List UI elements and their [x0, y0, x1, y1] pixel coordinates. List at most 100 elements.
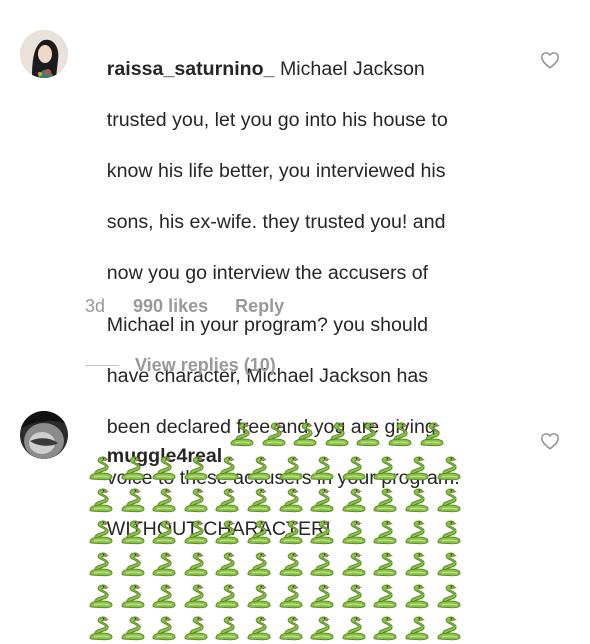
snake-emoji: [180, 452, 212, 484]
snake-emoji: [85, 452, 117, 484]
snake-emoji: [117, 484, 149, 516]
snake-emoji: [85, 484, 117, 516]
heart-outline-icon[interactable]: [540, 51, 560, 69]
snake-emoji: [416, 418, 448, 450]
snake-emoji: [306, 612, 338, 644]
snake-emoji: [433, 580, 465, 612]
snake-emoji: [85, 548, 117, 580]
snake-emoji: [338, 548, 370, 580]
snake-emoji: [148, 452, 180, 484]
snake-emoji: [338, 452, 370, 484]
snake-emoji: [243, 548, 275, 580]
snake-emoji: [338, 516, 370, 548]
snake-emoji: [401, 612, 433, 644]
snake-emoji: [401, 484, 433, 516]
snake-emoji: [433, 548, 465, 580]
snake-emoji: [369, 484, 401, 516]
snake-emoji-block: [85, 452, 464, 644]
snake-emoji: [306, 452, 338, 484]
snake-emoji: [226, 418, 258, 450]
snake-emoji: [338, 580, 370, 612]
snake-emoji: [148, 612, 180, 644]
snake-emoji: [243, 612, 275, 644]
snake-emoji: [211, 484, 243, 516]
snake-emoji: [433, 516, 465, 548]
snake-emoji: [148, 516, 180, 548]
snake-emoji: [289, 418, 321, 450]
snake-emoji: [211, 548, 243, 580]
snake-emoji: [306, 548, 338, 580]
snake-emoji: [401, 516, 433, 548]
snake-emoji: [275, 452, 307, 484]
comment-timestamp[interactable]: 3d: [85, 296, 105, 317]
snake-emoji: [338, 484, 370, 516]
snake-emoji: [148, 580, 180, 612]
snake-emoji: [211, 580, 243, 612]
snake-emoji-line: [85, 452, 464, 484]
snake-emoji: [211, 452, 243, 484]
snake-emoji: [384, 418, 416, 450]
snake-emoji: [180, 612, 212, 644]
snake-emoji: [433, 612, 465, 644]
comment-line: Michael Jackson: [274, 57, 425, 80]
snake-emoji-line: [85, 484, 464, 516]
comment-likes[interactable]: 990 likes: [133, 296, 208, 317]
snake-emoji: [433, 452, 465, 484]
comment-line: now you go interview the accusers of: [106, 262, 429, 285]
comment-meta: 3d 990 likes Reply: [85, 296, 284, 317]
snake-emoji: [117, 612, 149, 644]
snake-emoji: [401, 548, 433, 580]
snake-emoji: [275, 612, 307, 644]
snake-emoji: [243, 580, 275, 612]
snake-emoji: [85, 580, 117, 612]
snake-emoji: [211, 516, 243, 548]
snake-emoji: [117, 548, 149, 580]
snake-emoji: [180, 484, 212, 516]
heart-outline-icon[interactable]: [540, 432, 560, 450]
snake-emoji: [275, 516, 307, 548]
comment-line: know his life better, you interviewed hi…: [106, 159, 446, 182]
snake-emoji-line: [85, 548, 464, 580]
snake-emoji: [148, 548, 180, 580]
snake-emoji: [306, 484, 338, 516]
snake-emoji: [180, 548, 212, 580]
snake-emoji: [369, 516, 401, 548]
snake-emoji: [369, 580, 401, 612]
avatar[interactable]: [20, 30, 68, 78]
snake-emoji: [369, 612, 401, 644]
snake-emoji: [275, 580, 307, 612]
comment-username[interactable]: raissa_saturnino_: [107, 58, 275, 80]
snake-emoji: [180, 580, 212, 612]
divider: [85, 364, 119, 366]
snake-emoji-line: [85, 516, 464, 548]
avatar[interactable]: [20, 411, 68, 459]
snake-emoji: [275, 548, 307, 580]
snake-emoji: [369, 548, 401, 580]
snake-emoji: [85, 516, 117, 548]
snake-emoji: [321, 418, 353, 450]
snake-emoji: [243, 516, 275, 548]
comment-line: sons, his ex-wife. they trusted you! and: [106, 211, 446, 234]
snake-emoji: [211, 612, 243, 644]
snake-emoji: [306, 516, 338, 548]
comment-line: trusted you, let you go into his house t…: [106, 108, 448, 131]
snake-emoji: [338, 612, 370, 644]
view-replies-label: View replies (10): [135, 354, 276, 375]
snake-emoji: [148, 484, 180, 516]
snake-emoji: [117, 516, 149, 548]
snake-emoji: [180, 516, 212, 548]
snake-emoji: [243, 452, 275, 484]
snake-emoji: [85, 612, 117, 644]
snake-emoji: [117, 452, 149, 484]
snake-emoji: [369, 452, 401, 484]
snake-emoji: [401, 452, 433, 484]
snake-emoji-line: [85, 612, 464, 644]
reply-button[interactable]: Reply: [235, 296, 284, 317]
snake-emoji: [433, 484, 465, 516]
view-replies-button[interactable]: View replies (10): [85, 352, 276, 378]
snake-emoji: [306, 580, 338, 612]
snake-emoji: [275, 484, 307, 516]
snake-emoji-line: [85, 580, 464, 612]
snake-emoji: [117, 580, 149, 612]
snake-emoji-row: [226, 418, 447, 450]
